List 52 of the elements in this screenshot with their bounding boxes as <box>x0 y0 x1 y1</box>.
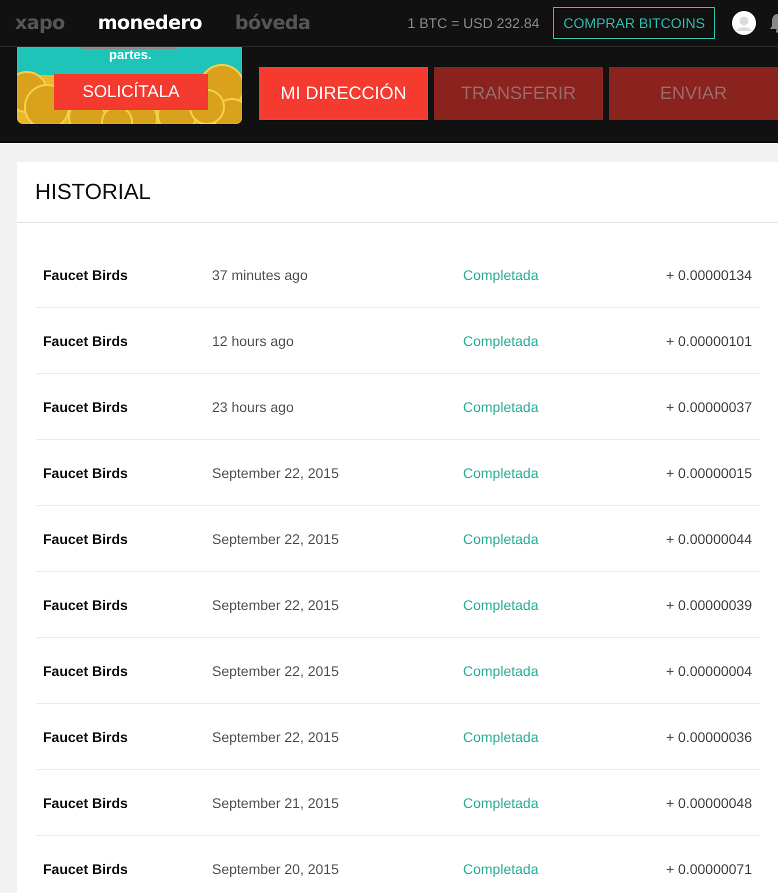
table-cell-text: 12 hours ago <box>212 332 295 348</box>
table-cell-text: + 0.00000134 <box>666 266 753 282</box>
table-cell-text: 23 hours ago <box>212 398 295 414</box>
table-cell-text: + 0.00000071 <box>666 860 753 876</box>
nav-tab[interactable]: xapo <box>15 12 65 34</box>
table-cell-text: Faucet Birds <box>42 794 129 810</box>
table-cell-text: September 21, 2015 <box>212 794 340 810</box>
table-cell-text: + 0.00000101 <box>666 332 753 348</box>
status-text: Completada <box>463 794 538 810</box>
action-button[interactable]: ENVIAR <box>609 67 778 120</box>
exchange-rate: 1 BTC = USD 232.84 <box>408 15 540 31</box>
status-text: Completada <box>463 860 538 876</box>
table-cell-text: 37 minutes ago <box>212 266 309 282</box>
table-cell-text: + 0.00000015 <box>666 464 753 480</box>
request-button[interactable]: SOLICÍTALA <box>54 74 208 110</box>
table-cell-text: September 22, 2015 <box>212 728 340 744</box>
table-cell-text: September 22, 2015 <box>212 662 340 678</box>
table-cell-text: + 0.00000044 <box>666 530 753 546</box>
table-cell-text: Faucet Birds <box>42 596 129 612</box>
banner-text: partes. <box>109 47 152 62</box>
status-text: Completada <box>463 596 538 612</box>
nav-tab[interactable]: monedero <box>98 12 202 34</box>
status-text: Completada <box>463 728 538 744</box>
buy-button[interactable]: COMPRAR BITCOINS <box>553 7 715 39</box>
table-cell-text: Faucet Birds <box>42 530 129 546</box>
table-cell-text: September 20, 2015 <box>212 860 340 876</box>
table-cell-text: Faucet Birds <box>42 332 129 348</box>
table-cell-text: Faucet Birds <box>42 464 129 480</box>
table-cell-text: + 0.00000039 <box>666 596 753 612</box>
table-cell-text: Faucet Birds <box>42 398 129 414</box>
status-text: Completada <box>463 332 538 348</box>
avatar-icon[interactable] <box>732 11 756 35</box>
section-title: HISTORIAL <box>17 162 778 223</box>
table-cell-text: September 22, 2015 <box>212 530 340 546</box>
table-cell-text: Faucet Birds <box>42 266 129 282</box>
table-cell-text: + 0.00000004 <box>666 662 753 678</box>
status-text: Completada <box>463 464 538 480</box>
table-cell-text: September 22, 2015 <box>212 596 340 612</box>
table-cell-text: September 22, 2015 <box>212 464 340 480</box>
status-text: Completada <box>463 398 538 414</box>
table-cell-text: + 0.00000037 <box>666 398 753 414</box>
status-text: Completada <box>463 662 538 678</box>
table-cell-text: Faucet Birds <box>42 860 129 876</box>
action-button[interactable]: MI DIRECCIÓN <box>259 67 428 120</box>
status-text: Completada <box>463 530 538 546</box>
table-cell-text: + 0.00000048 <box>666 794 753 810</box>
table-cell-text: + 0.00000036 <box>666 728 753 744</box>
nav-tab[interactable]: bóveda <box>234 12 310 34</box>
table-cell-text: Faucet Birds <box>42 728 129 744</box>
action-button[interactable]: TRANSFERIR <box>434 67 603 120</box>
status-text: Completada <box>463 266 538 282</box>
table-cell-text: Faucet Birds <box>42 662 129 678</box>
